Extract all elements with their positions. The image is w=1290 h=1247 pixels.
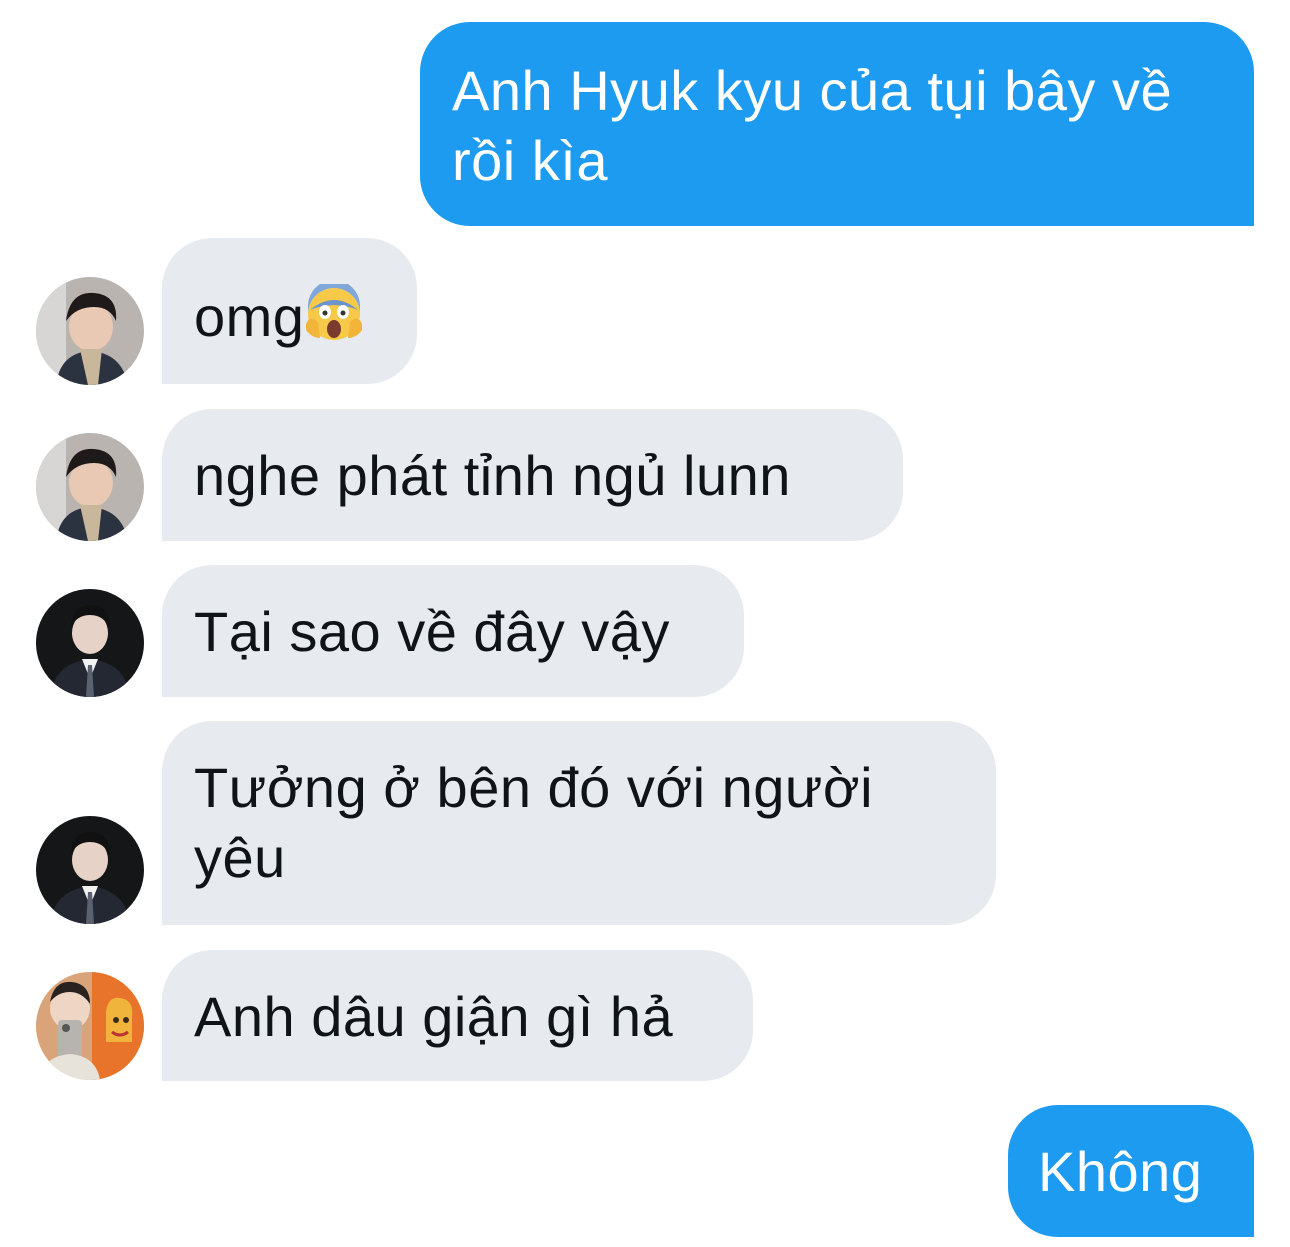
avatar-user-3[interactable] (36, 972, 144, 1080)
message-bubble-received[interactable]: nghe phát tỉnh ngủ lunn (162, 409, 903, 541)
message-text: Anh dâu giận gì hả (194, 985, 674, 1048)
avatar-photo-icon (36, 433, 144, 541)
avatar-user-2[interactable] (36, 589, 144, 697)
message-bubble-received[interactable]: Tưởng ở bên đó với người yêu (162, 721, 996, 925)
message-text: omg (194, 285, 305, 348)
avatar-user-2[interactable] (36, 816, 144, 924)
avatar-photo-icon (36, 277, 144, 385)
avatar-user-1[interactable] (36, 433, 144, 541)
message-bubble-received[interactable]: Anh dâu giận gì hả (162, 950, 753, 1081)
avatar-photo-icon (36, 589, 144, 697)
message-text: Không (1038, 1140, 1203, 1203)
avatar-user-1[interactable] (36, 277, 144, 385)
message-bubble-sent[interactable]: Không (1008, 1105, 1254, 1237)
message-bubble-sent[interactable]: Anh Hyuk kyu của tụi bây về rồi kìa (420, 22, 1254, 226)
avatar-photo-icon (36, 816, 144, 924)
message-bubble-received[interactable]: Tại sao về đây vậy (162, 565, 744, 697)
message-text: nghe phát tỉnh ngủ lunn (194, 444, 791, 507)
message-bubble-received[interactable]: omg (162, 238, 417, 384)
message-text: Tại sao về đây vậy (194, 600, 670, 663)
message-text: Anh Hyuk kyu của tụi bây về rồi kìa (452, 59, 1173, 192)
message-text: Tưởng ở bên đó với người yêu (194, 756, 874, 889)
face-screaming-in-fear-icon (306, 284, 363, 340)
avatar-photo-icon (36, 972, 144, 1080)
